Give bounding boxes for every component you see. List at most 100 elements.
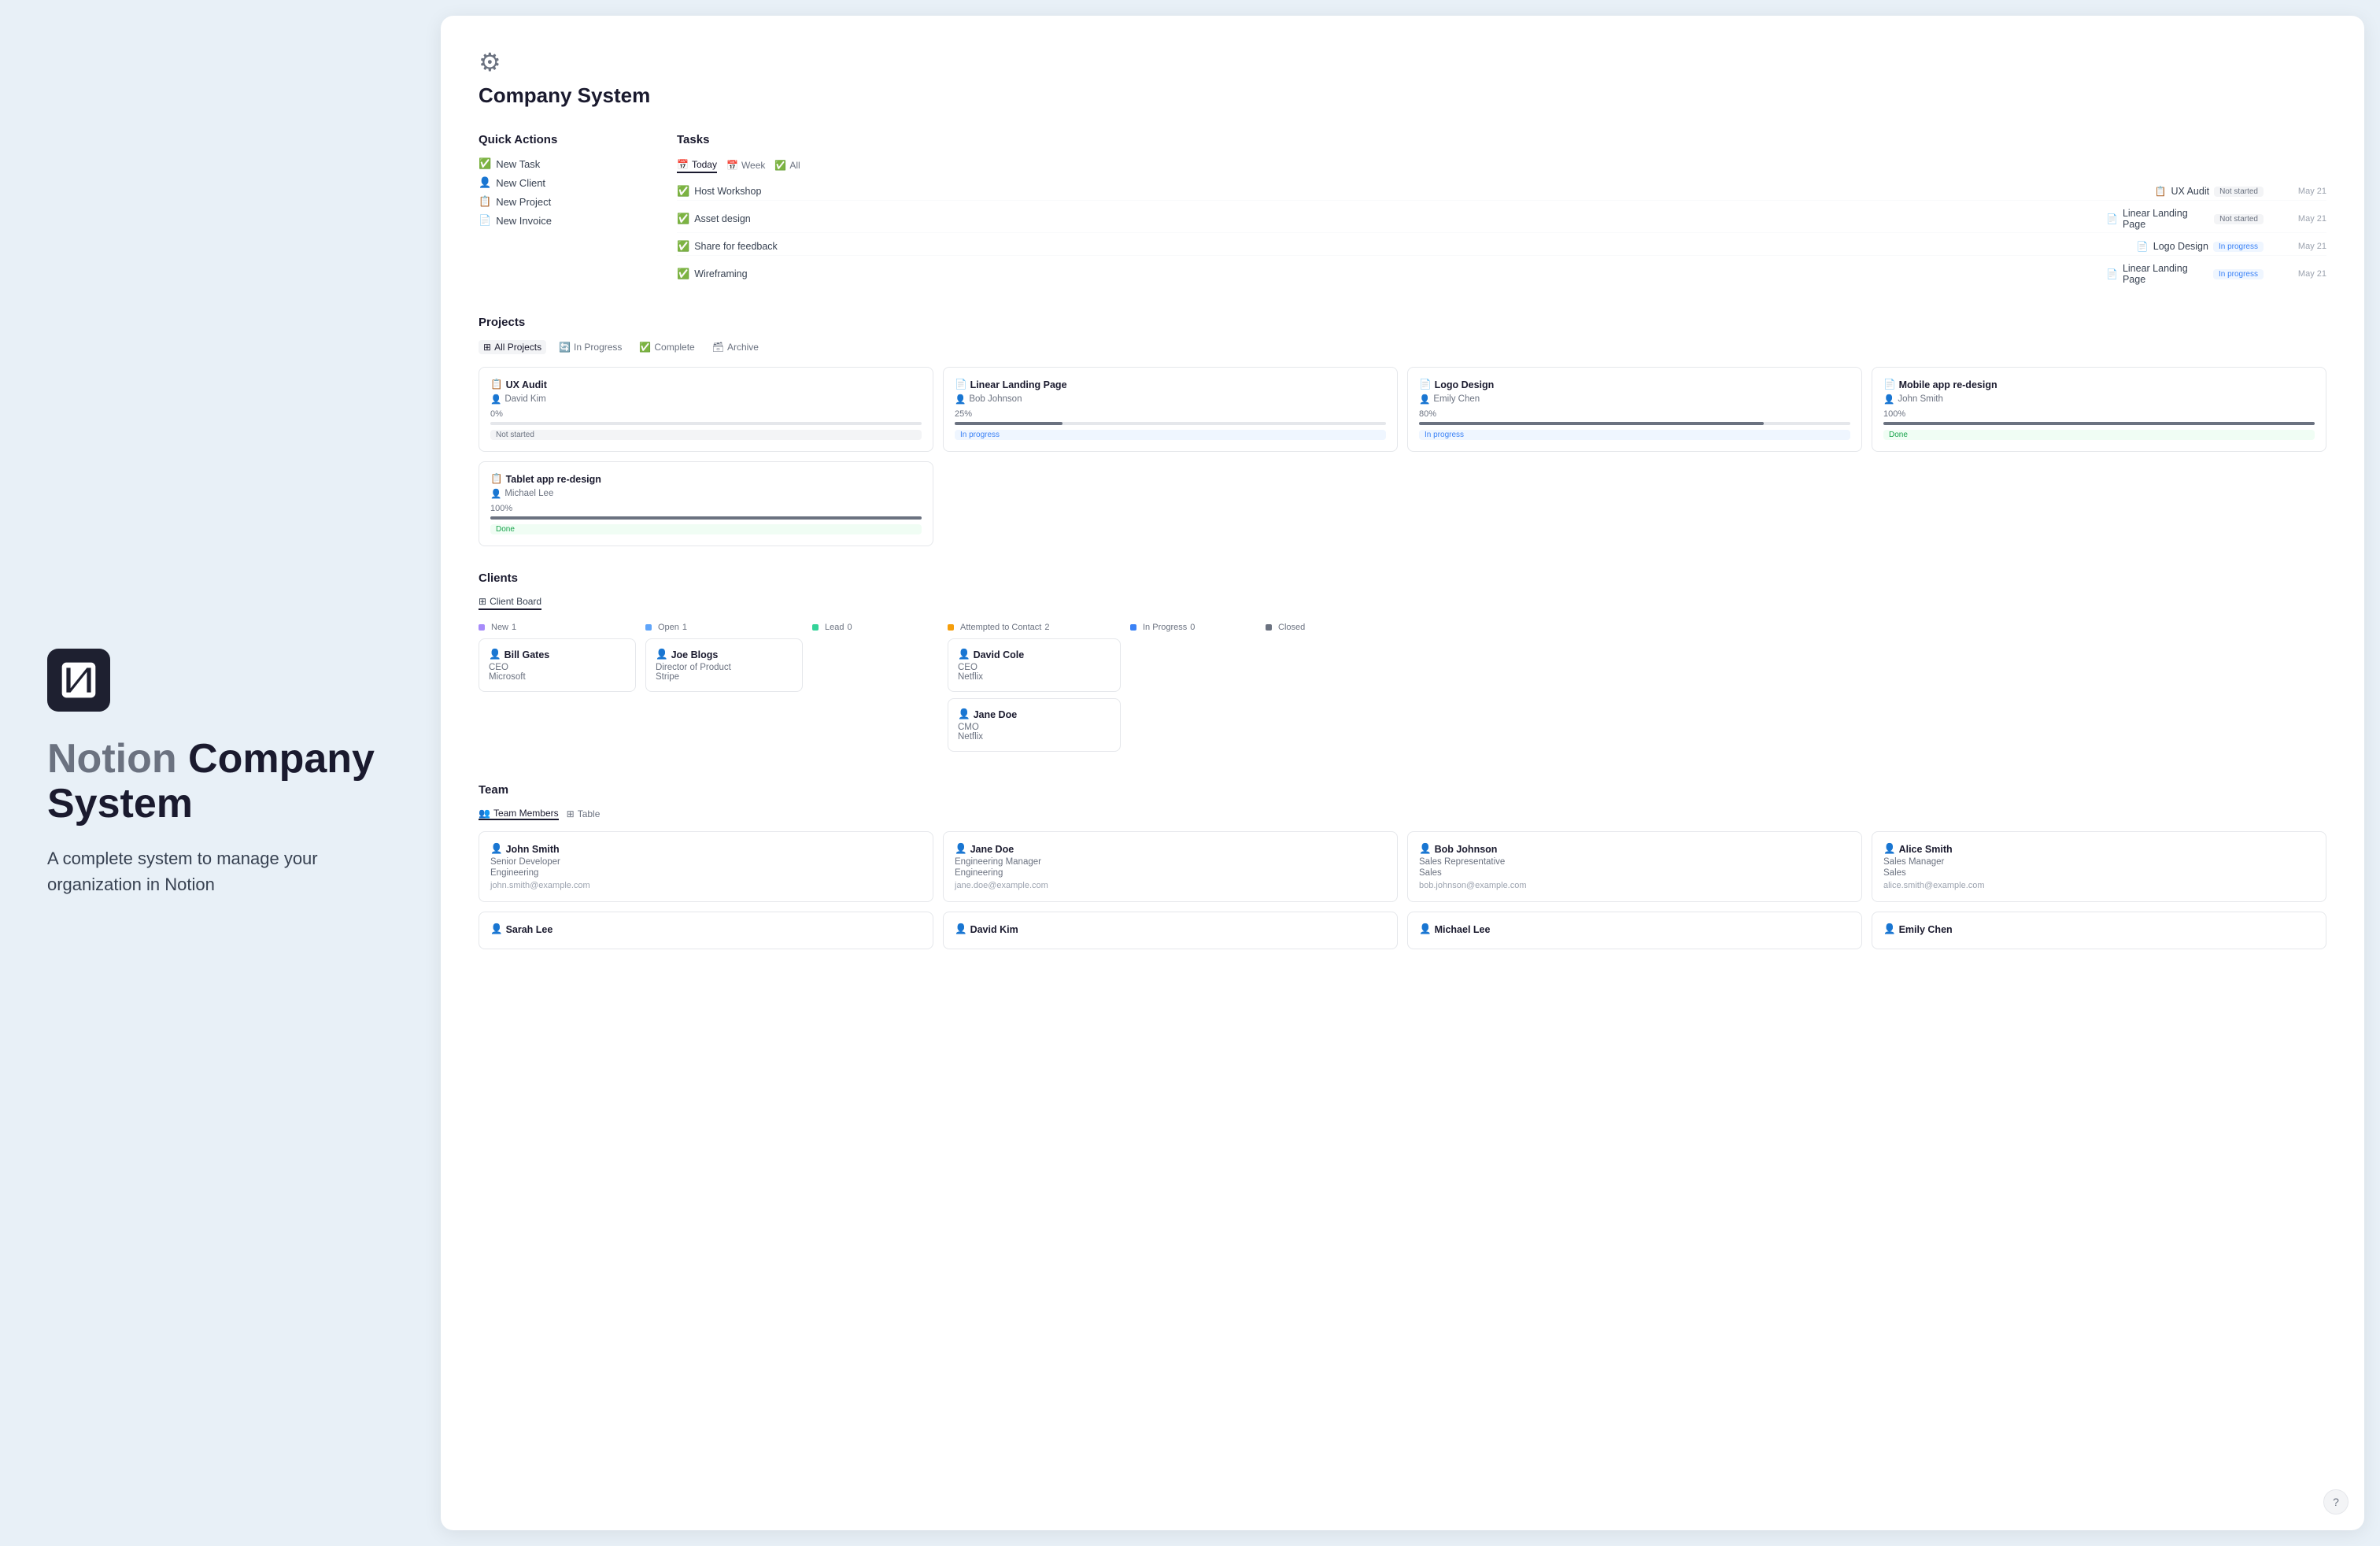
status-dot-new [479, 624, 485, 631]
status-badge: Not started [2214, 214, 2264, 224]
tab-team-members[interactable]: 👥 Team Members [479, 808, 559, 820]
tab-all-projects[interactable]: ⊞ All Projects [479, 340, 546, 354]
projects-grid: 📋 UX Audit 👤 David Kim 0% Not started [479, 367, 2326, 452]
progress-fill [490, 516, 922, 520]
proj-icon: 📋 [2154, 186, 2166, 197]
qa-new-project[interactable]: 📋 New Project [479, 195, 652, 208]
team-card-emily-chen[interactable]: 👤 Emily Chen [1872, 912, 2326, 949]
notion-logo [47, 649, 110, 712]
projects-grid-row2: 📋 Tablet app re-design 👤 Michael Lee 100… [479, 461, 2326, 546]
task-name-share-feedback: ✅ Share for feedback [677, 240, 2106, 253]
client-col-open: Open 1 👤 Joe Blogs Director of Product S… [645, 623, 803, 758]
team-card-john-smith[interactable]: 👤 John Smith Senior Developer Engineerin… [479, 831, 933, 902]
client-card-jane-doe[interactable]: 👤 Jane Doe CMO Netflix [948, 698, 1121, 752]
progress-fill [955, 422, 1062, 425]
project-card-mobile-app[interactable]: 📄 Mobile app re-design 👤 John Smith 100%… [1872, 367, 2326, 452]
tab-today[interactable]: 📅 Today [677, 157, 717, 173]
table-row: ✅ Host Workshop 📋 UX Audit Not started M… [677, 183, 2326, 201]
tab-in-progress[interactable]: 🔄 In Progress [554, 340, 626, 354]
task-name-asset-design: ✅ Asset design [677, 213, 2106, 225]
task-date: May 21 [2264, 269, 2326, 279]
team-card-david-kim[interactable]: 👤 David Kim [943, 912, 1398, 949]
team-section: Team 👥 Team Members ⊞ Table 👤 John Smith… [479, 783, 2326, 949]
qa-client-icon: 👤 [479, 176, 491, 189]
status-badge: Done [490, 524, 922, 534]
status-badge: Not started [2214, 187, 2264, 197]
quick-actions-title: Quick Actions [479, 133, 652, 146]
qa-new-invoice[interactable]: 📄 New Invoice [479, 214, 652, 227]
status-badge: Done [1883, 430, 2315, 440]
client-col-inprogress: In Progress 0 [1130, 623, 1256, 758]
tasks-title: Tasks [677, 133, 2326, 146]
team-grid: 👤 John Smith Senior Developer Engineerin… [479, 831, 2326, 949]
task-name-wireframing: ✅ Wireframing [677, 268, 2106, 280]
client-col-closed: Closed [1266, 623, 1391, 758]
quick-actions-list: ✅ New Task 👤 New Client 📋 New Project 📄 … [479, 157, 652, 227]
project-card-linear-landing[interactable]: 📄 Linear Landing Page 👤 Bob Johnson 25% … [943, 367, 1398, 452]
clients-board: New 1 👤 Bill Gates CEO Microsoft Open [479, 623, 2326, 758]
clients-section: Clients ⊞ Client Board New 1 👤 Bill Gate… [479, 571, 2326, 758]
clients-tabs: ⊞ Client Board [479, 596, 2326, 610]
team-title: Team [479, 783, 2326, 797]
status-dot-lead [812, 624, 819, 631]
tab-team-table[interactable]: ⊞ Table [567, 808, 601, 819]
team-card-michael-lee[interactable]: 👤 Michael Lee [1407, 912, 1862, 949]
task-date: May 21 [2264, 242, 2326, 251]
gear-icon: ⚙ [479, 47, 2326, 77]
client-col-lead: Lead 0 [812, 623, 938, 758]
projects-tabs: ⊞ All Projects 🔄 In Progress ✅ Complete … [479, 340, 2326, 354]
task-meta-share-feedback: 📄 Logo Design In progress [2106, 241, 2264, 252]
team-card-sarah-lee[interactable]: 👤 Sarah Lee [479, 912, 933, 949]
tab-complete[interactable]: ✅ Complete [634, 340, 699, 354]
table-row: ✅ Asset design 📄 Linear Landing Page Not… [677, 205, 2326, 233]
project-card-tablet-app[interactable]: 📋 Tablet app re-design 👤 Michael Lee 100… [479, 461, 933, 546]
client-col-attempted: Attempted to Contact 2 👤 David Cole CEO … [948, 623, 1121, 758]
qa-new-task[interactable]: ✅ New Task [479, 157, 652, 170]
team-card-jane-doe[interactable]: 👤 Jane Doe Engineering Manager Engineeri… [943, 831, 1398, 902]
right-panel: ⚙ Company System Quick Actions ✅ New Tas… [441, 16, 2364, 1530]
progress-fill [1883, 422, 2315, 425]
progress-fill [1419, 422, 1764, 425]
qa-invoice-icon: 📄 [479, 214, 491, 227]
proj-icon: 📄 [2137, 241, 2149, 252]
status-dot-attempted [948, 624, 954, 631]
task-meta-wireframing: 📄 Linear Landing Page In progress [2106, 263, 2264, 285]
team-card-bob-johnson[interactable]: 👤 Bob Johnson Sales Representative Sales… [1407, 831, 1862, 902]
client-card-david-cole[interactable]: 👤 David Cole CEO Netflix [948, 638, 1121, 692]
proj-icon: 📄 [2106, 213, 2118, 224]
clients-title: Clients [479, 571, 2326, 585]
task-date: May 21 [2264, 214, 2326, 224]
tasks-tabs: 📅 Today 📅 Week ✅ All [677, 157, 2326, 173]
project-card-logo-design[interactable]: 📄 Logo Design 👤 Emily Chen 80% In progre… [1407, 367, 1862, 452]
left-subtitle: A complete system to manage your organiz… [47, 845, 394, 897]
qa-task-icon: ✅ [479, 157, 491, 170]
tasks-section: Tasks 📅 Today 📅 Week ✅ All ✅ [677, 133, 2326, 287]
status-dot-inprogress [1130, 624, 1136, 631]
left-panel: Notion Company System A complete system … [0, 0, 441, 1546]
tab-week[interactable]: 📅 Week [726, 158, 765, 172]
status-dot-closed [1266, 624, 1272, 631]
tasks-rows: ✅ Host Workshop 📋 UX Audit Not started M… [677, 183, 2326, 287]
task-meta-asset-design: 📄 Linear Landing Page Not started [2106, 208, 2264, 230]
projects-section: Projects ⊞ All Projects 🔄 In Progress ✅ … [479, 316, 2326, 546]
help-button[interactable]: ? [2323, 1489, 2349, 1515]
qa-project-icon: 📋 [479, 195, 491, 208]
tab-archive[interactable]: 🗃 Archive [708, 340, 763, 354]
client-card-joe-blogs[interactable]: 👤 Joe Blogs Director of Product Stripe [645, 638, 803, 692]
status-badge: In progress [2213, 269, 2264, 279]
projects-title: Projects [479, 316, 2326, 329]
page-title: Company System [479, 83, 2326, 108]
qa-new-client[interactable]: 👤 New Client [479, 176, 652, 189]
team-tabs: 👥 Team Members ⊞ Table [479, 808, 2326, 820]
project-card-ux-audit[interactable]: 📋 UX Audit 👤 David Kim 0% Not started [479, 367, 933, 452]
table-row: ✅ Wireframing 📄 Linear Landing Page In p… [677, 261, 2326, 287]
client-card-bill-gates[interactable]: 👤 Bill Gates CEO Microsoft [479, 638, 636, 692]
status-badge: In progress [2213, 242, 2264, 252]
tab-client-board[interactable]: ⊞ Client Board [479, 596, 541, 610]
status-badge: In progress [955, 430, 1386, 440]
quick-actions-section: Quick Actions ✅ New Task 👤 New Client 📋 … [479, 133, 652, 287]
team-card-alice-smith[interactable]: 👤 Alice Smith Sales Manager Sales alice.… [1872, 831, 2326, 902]
left-title: Notion Company System [47, 737, 394, 827]
tab-all[interactable]: ✅ All [774, 158, 800, 172]
task-date: May 21 [2264, 187, 2326, 196]
